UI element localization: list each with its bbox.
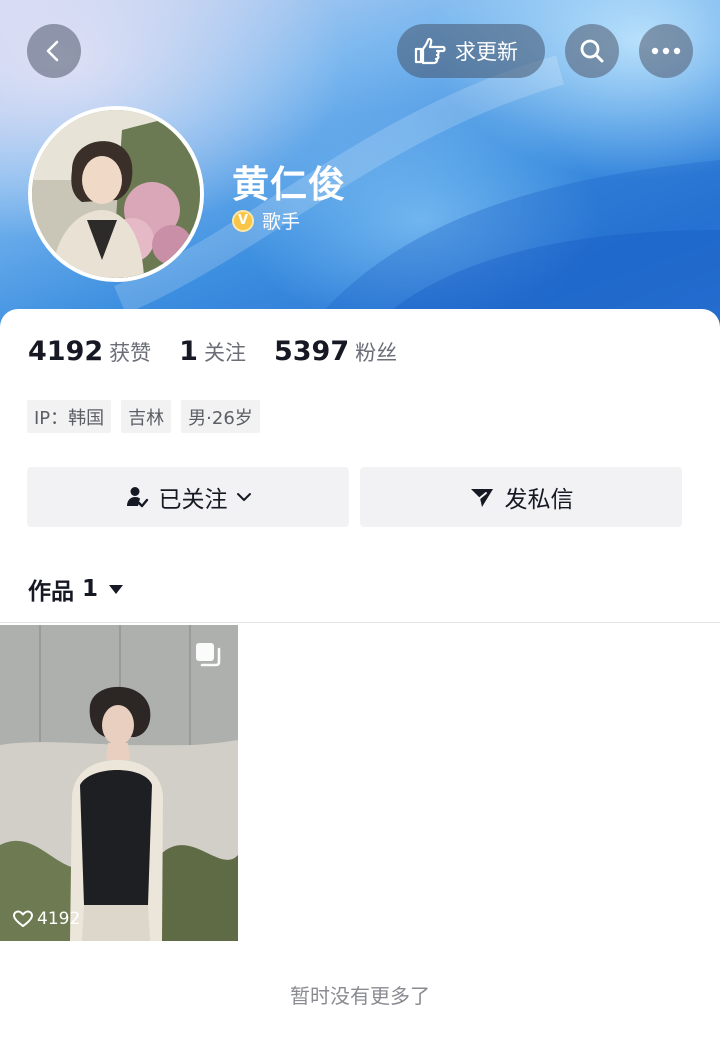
verification: V 歌手 bbox=[232, 207, 300, 234]
works-count: 1 bbox=[82, 576, 99, 602]
avatar[interactable] bbox=[28, 106, 204, 282]
work-likes-count: 4192 bbox=[37, 909, 81, 929]
more-button[interactable] bbox=[639, 24, 693, 78]
caret-down-icon bbox=[109, 585, 124, 594]
stat-value: 4192 bbox=[28, 336, 104, 367]
no-more-text: 暂时没有更多了 bbox=[290, 984, 430, 1008]
request-update-button[interactable]: 求更新 bbox=[397, 24, 545, 78]
stat-label: 获赞 bbox=[109, 341, 152, 365]
followed-button[interactable]: 已关注 bbox=[27, 467, 349, 527]
stat-following[interactable]: 1 关注 bbox=[179, 336, 246, 367]
search-icon bbox=[580, 39, 604, 63]
more-dots-icon bbox=[651, 47, 681, 55]
stat-likes[interactable]: 4192 获赞 bbox=[28, 336, 151, 367]
stat-label: 关注 bbox=[203, 341, 246, 365]
stat-value: 1 bbox=[179, 336, 198, 367]
works-tab-label: 作品 bbox=[28, 579, 74, 605]
tag-location: 吉林 bbox=[121, 400, 172, 433]
user-check-icon bbox=[126, 487, 148, 508]
paper-plane-icon bbox=[470, 489, 493, 507]
multi-image-icon bbox=[196, 643, 221, 667]
send-message-button[interactable]: 发私信 bbox=[360, 467, 682, 527]
followed-label: 已关注 bbox=[158, 487, 228, 513]
search-button[interactable] bbox=[565, 24, 619, 78]
chevron-down-icon bbox=[236, 493, 251, 501]
stat-followers[interactable]: 5397 粉丝 bbox=[274, 336, 397, 367]
verified-badge-icon: V bbox=[232, 209, 254, 232]
tag-ip: IP：韩国 bbox=[27, 400, 112, 433]
profile-tags: IP：韩国 吉林 男·26岁 bbox=[27, 400, 270, 433]
pointing-hand-icon bbox=[414, 37, 446, 65]
profile-name: 黄仁俊 bbox=[232, 163, 346, 206]
heart-icon bbox=[13, 910, 33, 927]
stat-label: 粉丝 bbox=[355, 341, 398, 365]
work-likes: 4192 bbox=[13, 909, 80, 929]
verify-label: 歌手 bbox=[262, 211, 301, 233]
stat-value: 5397 bbox=[273, 336, 350, 367]
work-thumbnail[interactable]: 4192 bbox=[0, 625, 238, 941]
stats-row: 4192 获赞 1 关注 5397 粉丝 bbox=[28, 336, 425, 367]
send-message-label: 发私信 bbox=[504, 487, 574, 513]
chevron-left-icon bbox=[46, 40, 59, 62]
back-button[interactable] bbox=[27, 24, 81, 78]
tab-works[interactable]: 作品 1 bbox=[28, 572, 124, 606]
tag-gender-age: 男·26岁 bbox=[181, 400, 260, 433]
avatar-photo bbox=[32, 110, 200, 278]
request-update-label: 求更新 bbox=[455, 40, 518, 64]
tab-divider bbox=[0, 622, 720, 623]
